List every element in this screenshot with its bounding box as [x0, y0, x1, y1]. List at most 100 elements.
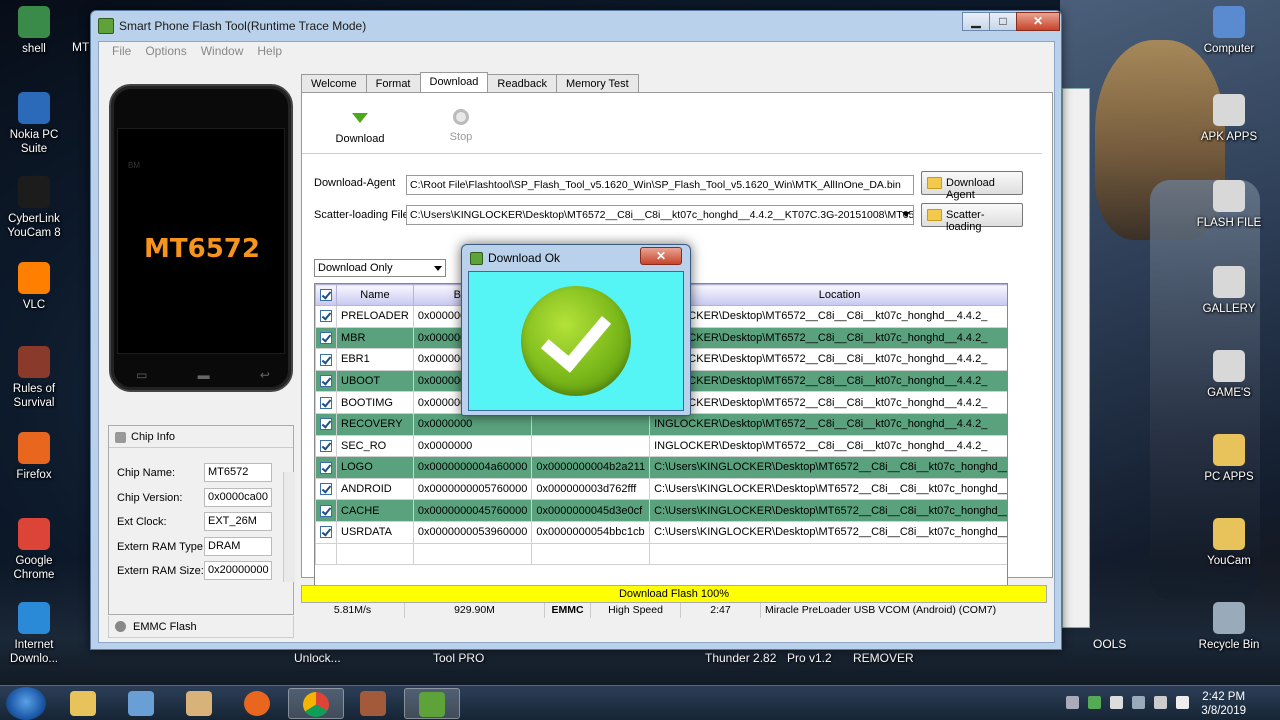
chip-info-scrollbar[interactable] [283, 472, 295, 582]
status-storage: EMMC [545, 603, 591, 618]
row-checkbox-cell[interactable] [315, 477, 337, 501]
table-row[interactable]: ANDROID 0x0000000005760000 0x000000003d762… [315, 477, 1007, 501]
download-agent-field[interactable]: C:\Root File\Flashtool\SP_Flash_Tool_v5.… [406, 175, 914, 195]
desktop-icon-recycle-bin[interactable]: Recycle Bin [1193, 602, 1265, 652]
dialog-close-button[interactable]: ✕ [640, 247, 682, 265]
row-checkbox-cell[interactable] [315, 391, 337, 414]
desktop-icon-computer[interactable]: Computer [1193, 6, 1265, 56]
stop-tool-button[interactable]: Stop [431, 109, 491, 143]
taskbar-paint[interactable] [172, 688, 228, 719]
taskbar-firefox[interactable] [230, 688, 286, 719]
table-row[interactable]: RECOVERY 0x0000000 INGLOCKER\Desktop\MT657… [315, 412, 1007, 436]
desktop-icon-cyberlink-youcam-8[interactable]: CyberLink YouCam 8 [0, 176, 70, 240]
emmc-flash-section[interactable]: EMMC Flash [108, 616, 294, 638]
row-checkbox[interactable] [320, 353, 332, 366]
row-checkbox[interactable] [320, 418, 332, 431]
desktop-label-pro[interactable]: Pro v1.2 [787, 651, 832, 665]
desktop-icon-apk-apps[interactable]: APK APPS [1193, 94, 1265, 144]
download-agent-button[interactable]: Download Agent [921, 171, 1023, 201]
desktop-icon-gallery[interactable]: GALLERY [1193, 266, 1265, 316]
firefox-icon [244, 691, 270, 716]
chip-info-header[interactable]: Chip Info [109, 426, 293, 448]
network-icon[interactable] [1154, 696, 1167, 709]
row-checkbox-cell[interactable] [315, 456, 337, 479]
table-row[interactable]: USRDATA 0x0000000053960000 0x0000000054bbc… [315, 520, 1007, 544]
desktop-label-unlock[interactable]: Unlock... [294, 651, 341, 665]
start-button[interactable] [6, 687, 46, 720]
desktop-icon-rules-of-survival[interactable]: Rules of Survival [0, 346, 70, 410]
desktop-icon-youcam[interactable]: YouCam [1193, 518, 1265, 568]
app-icon [18, 262, 50, 294]
clock-time: 2:42 PM [1202, 691, 1246, 703]
header-name[interactable]: Name [336, 284, 414, 306]
taskbar-chrome[interactable] [288, 688, 344, 719]
taskbar-explorer[interactable] [56, 688, 112, 719]
menu-window[interactable]: Window [194, 42, 251, 60]
desktop-icon-nokia-pc-suite[interactable]: Nokia PC Suite [0, 92, 70, 156]
menu-help[interactable]: Help [250, 42, 289, 60]
scatter-loading-button[interactable]: Scatter-loading [921, 203, 1023, 233]
desktop-label-remover[interactable]: REMOVER [853, 651, 914, 665]
app-icon [18, 518, 50, 550]
tab-download[interactable]: Download [419, 72, 489, 93]
close-button[interactable]: ✕ [1016, 12, 1060, 31]
row-checkbox[interactable] [320, 504, 332, 517]
row-checkbox[interactable] [320, 526, 332, 539]
tray-arrow-icon[interactable] [1110, 696, 1123, 709]
scatter-field[interactable]: C:\Users\KINGLOCKER\Desktop\MT6572__C8i_… [406, 205, 914, 225]
desktop-label-tool-pro[interactable]: Tool PRO [433, 651, 484, 665]
download-mode-select[interactable]: Download Only [314, 259, 446, 277]
menu-options[interactable]: Options [138, 42, 193, 60]
ram-size-label: Extern RAM Size: [117, 565, 204, 577]
taskbar-clock[interactable]: 2:42 PM 3/8/2019 [1201, 690, 1246, 718]
select-all-header[interactable] [315, 284, 337, 306]
row-checkbox[interactable] [320, 375, 332, 388]
row-checkbox-cell[interactable] [315, 369, 337, 393]
row-checkbox[interactable] [320, 396, 332, 409]
desktop-icon-vlc[interactable]: VLC [0, 262, 70, 312]
row-checkbox[interactable] [320, 483, 332, 496]
row-checkbox-cell[interactable] [315, 305, 337, 328]
desktop-icon-pc-apps[interactable]: PC APPS [1193, 434, 1265, 484]
menu-file[interactable]: File [105, 42, 138, 60]
clock-date: 3/8/2019 [1201, 705, 1246, 717]
table-row[interactable]: LOGO 0x0000000004a60000 0x0000000004b2a211… [315, 456, 1007, 479]
maximize-button[interactable]: □ [989, 12, 1017, 31]
row-checkbox[interactable] [320, 310, 332, 323]
desktop-icon-label: Nokia PC Suite [9, 129, 59, 155]
download-tool-button[interactable]: Download [330, 109, 390, 145]
phone-illustration: BM MT6572 ▭ ▬ ↩ [109, 84, 293, 392]
desktop-icon-firefox[interactable]: Firefox [0, 432, 70, 482]
row-checkbox-cell[interactable] [315, 412, 337, 436]
row-checkbox-cell[interactable] [315, 520, 337, 544]
row-checkbox-cell[interactable] [315, 348, 337, 371]
table-row[interactable]: SEC_RO 0x0000000 INGLOCKER\Desktop\MT6572_… [315, 434, 1007, 458]
tray-icon-1[interactable] [1066, 696, 1079, 709]
tray-icon-2[interactable] [1088, 696, 1101, 709]
row-checkbox[interactable] [320, 439, 332, 452]
table-row[interactable]: CACHE 0x0000000045760000 0x0000000045d3e0c… [315, 499, 1007, 522]
volume-icon[interactable] [1176, 696, 1189, 709]
header-location[interactable]: Location [649, 284, 1007, 306]
desktop-icon-game-s[interactable]: GAME'S [1193, 350, 1265, 400]
chip-version-label: Chip Version: [117, 492, 183, 504]
minimize-button[interactable]: ▁ [962, 12, 990, 31]
chip-icon [115, 432, 126, 443]
desktop-label-thunder[interactable]: Thunder 2.82 [705, 651, 776, 665]
title-bar[interactable]: Smart Phone Flash Tool(Runtime Trace Mod… [91, 11, 1061, 41]
desktop-icon-internet-downlo-[interactable]: Internet Downlo... [0, 602, 70, 666]
row-checkbox[interactable] [320, 461, 332, 474]
taskbar-computer[interactable] [114, 688, 170, 719]
row-checkbox-cell[interactable] [315, 499, 337, 522]
chip-version-value: 0x0000ca00 [204, 488, 272, 507]
desktop-icon-google-chrome[interactable]: Google Chrome [0, 518, 70, 582]
tray-icon-3[interactable] [1132, 696, 1145, 709]
row-checkbox-cell[interactable] [315, 434, 337, 458]
row-checkbox-cell[interactable] [315, 326, 337, 350]
select-all-checkbox[interactable] [320, 289, 332, 302]
desktop-icon-shell[interactable]: shell [0, 6, 70, 56]
taskbar-flash-tool[interactable] [404, 688, 460, 719]
row-checkbox[interactable] [320, 331, 332, 344]
taskbar-game[interactable] [346, 688, 402, 719]
desktop-icon-flash-file[interactable]: FLASH FILE [1193, 180, 1265, 230]
